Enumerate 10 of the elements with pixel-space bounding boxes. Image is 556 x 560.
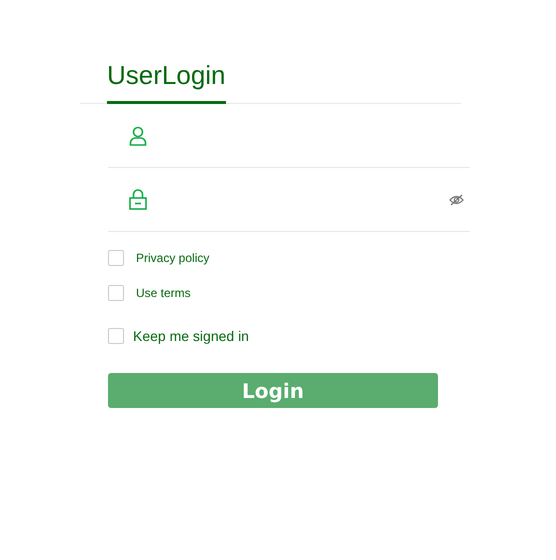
checkbox[interactable]	[108, 284, 124, 300]
agreement-label: Use terms	[136, 286, 191, 300]
eye-slash-icon[interactable]	[449, 194, 464, 206]
checkbox[interactable]	[108, 328, 124, 344]
login-tab[interactable]: UserLogin	[107, 54, 226, 104]
remember-label: Keep me signed in	[133, 328, 249, 344]
lock-icon	[129, 189, 147, 210]
checkbox[interactable]	[108, 250, 124, 266]
user-icon	[129, 126, 147, 146]
agreement-label: Privacy policy	[136, 250, 210, 264]
